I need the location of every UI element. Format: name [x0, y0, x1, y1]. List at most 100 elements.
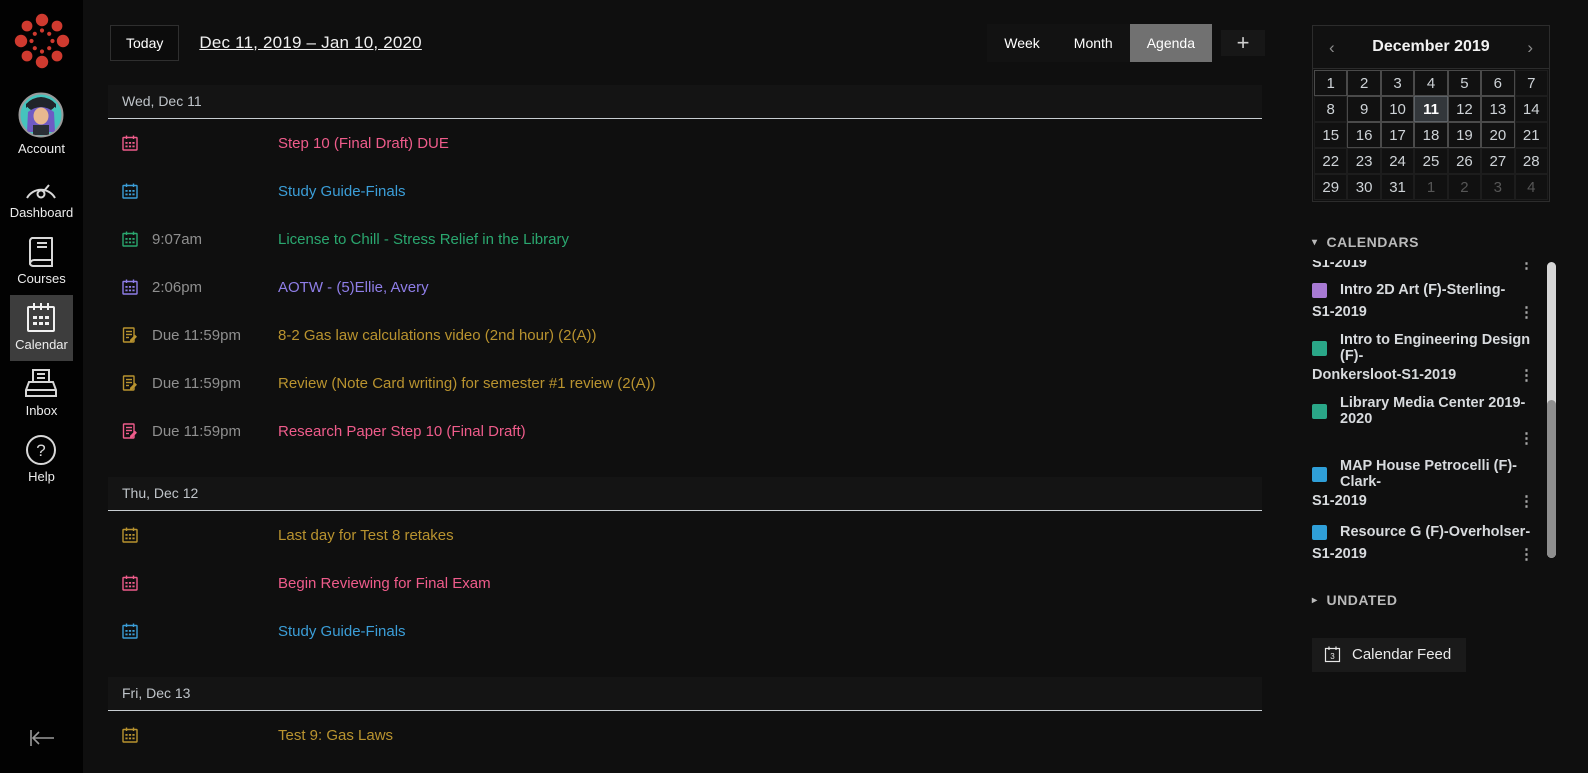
view-tab-agenda[interactable]: Agenda	[1129, 23, 1212, 62]
calendar-feed-label: Calendar Feed	[1352, 646, 1452, 663]
mini-calendar-day[interactable]: 23	[1347, 148, 1381, 174]
event-title-link[interactable]: Test 9: Gas Laws	[278, 727, 393, 744]
mini-calendar-day[interactable]: 29	[1314, 174, 1348, 200]
calendars-section-header[interactable]: ▾ CALENDARS	[1312, 234, 1588, 250]
mini-calendar-day[interactable]: 4	[1514, 174, 1548, 200]
mini-calendar-day[interactable]: 7	[1514, 70, 1548, 96]
mini-calendar-day[interactable]: 19	[1447, 122, 1482, 148]
mini-calendar-day[interactable]: 2	[1347, 70, 1381, 96]
event-title-link[interactable]: Review (Note Card writing) for semester …	[278, 375, 656, 392]
mini-calendar-day[interactable]: 5	[1447, 70, 1482, 96]
mini-calendar-day[interactable]: 17	[1380, 122, 1415, 148]
mini-calendar-day[interactable]: 8	[1314, 96, 1348, 122]
courses-icon	[29, 237, 54, 268]
today-button[interactable]: Today	[110, 24, 180, 61]
sidebar-item-label: Help	[28, 469, 55, 484]
agenda-event-row[interactable]: 2:06pm AOTW - (5)Ellie, Avery	[108, 263, 1262, 311]
calendar-color-swatch[interactable]	[1312, 466, 1327, 482]
agenda-event-row[interactable]: Due 11:59pm 8-2 Gas law calculations vide…	[108, 311, 1262, 359]
calendar-color-swatch[interactable]	[1312, 524, 1327, 540]
kebab-menu-icon[interactable]: ⋮	[1519, 305, 1534, 320]
event-title-link[interactable]: License to Chill - Stress Relief in the …	[278, 231, 569, 248]
sidebar-item-inbox[interactable]: Inbox	[10, 361, 74, 427]
mini-calendar-day[interactable]: 21	[1514, 122, 1548, 148]
sidebar-item-calendar[interactable]: Calendar	[9, 295, 74, 361]
agenda-event-row[interactable]: Begin Reviewing for Final Exam	[108, 559, 1262, 607]
event-title-link[interactable]: Last day for Test 8 retakes	[278, 527, 454, 544]
agenda-event-row[interactable]: Last day for Test 8 retakes	[108, 511, 1262, 559]
event-title-link[interactable]: Begin Reviewing for Final Exam	[278, 575, 491, 592]
agenda-event-row[interactable]: Due 11:59pm Review (Note Card writing) fo…	[108, 359, 1262, 407]
calendar-color-swatch[interactable]	[1312, 340, 1327, 356]
kebab-menu-icon[interactable]: ⋮	[1519, 547, 1534, 562]
event-title-link[interactable]: Step 10 (Final Draft) DUE	[278, 135, 449, 152]
event-title-link[interactable]: 8-2 Gas law calculations video (2nd hour…	[278, 327, 596, 344]
canvas-logo[interactable]	[13, 0, 71, 85]
mini-calendar: ‹ December 2019 › 1 2 3 4 5 6 7 8 9 10 11 12 13 14 15 1…	[1312, 25, 1550, 202]
undated-section-header[interactable]: ▸ UNDATED	[1312, 592, 1588, 608]
mini-calendar-day[interactable]: 9	[1347, 96, 1381, 122]
mini-calendar-day[interactable]: 24	[1380, 148, 1415, 174]
agenda-event-row[interactable]: 9:07am License to Chill - Stress Relief i…	[108, 215, 1262, 263]
prev-month-icon[interactable]: ‹	[1329, 39, 1335, 56]
undated-section-label: UNDATED	[1326, 592, 1398, 608]
agenda-event-row[interactable]: Test 9: Gas Laws	[108, 711, 1262, 759]
mini-calendar-day[interactable]: 1	[1414, 174, 1448, 200]
calendar-list-item[interactable]: Intro 2D Art (F)-Sterling- S1-2019 ⋮	[1312, 279, 1534, 323]
sidebar-item-dashboard[interactable]: Dashboard	[10, 165, 73, 229]
event-title-link[interactable]: Study Guide-Finals	[278, 623, 406, 640]
date-range-link[interactable]: Dec 11, 2019 – Jan 10, 2020	[199, 33, 421, 53]
calendar-color-swatch[interactable]	[1312, 282, 1327, 298]
mini-calendar-day[interactable]: 2	[1447, 174, 1482, 200]
mini-calendar-day[interactable]: 16	[1347, 122, 1381, 148]
mini-calendar-day[interactable]: 26	[1447, 148, 1482, 174]
next-month-icon[interactable]: ›	[1527, 39, 1533, 56]
view-tab-month[interactable]: Month	[1056, 23, 1130, 62]
mini-calendar-day[interactable]: 3	[1481, 174, 1515, 200]
collapse-nav-button[interactable]	[27, 726, 57, 773]
sidebar-item-help[interactable]: ? Help	[10, 427, 74, 493]
mini-calendar-day[interactable]: 1	[1314, 70, 1348, 96]
kebab-menu-icon[interactable]: ⋮	[1519, 260, 1534, 270]
sidebar-item-courses[interactable]: Courses	[10, 229, 74, 295]
calendar-list-item[interactable]: Library Media Center 2019-2020 ⋮	[1312, 395, 1534, 449]
mini-calendar-day[interactable]: 3	[1380, 70, 1415, 96]
mini-calendar-day[interactable]: 22	[1314, 148, 1348, 174]
view-tab-week[interactable]: Week	[987, 23, 1057, 62]
mini-calendar-day[interactable]: 15	[1314, 122, 1348, 148]
calendar-list-item[interactable]: Resource G (F)-Overholser- S1-2019 ⋮	[1312, 521, 1534, 562]
add-event-button[interactable]: +	[1221, 29, 1265, 56]
mini-calendar-day[interactable]: 12	[1447, 96, 1482, 122]
agenda-event-row[interactable]: Due 11:59pm Research Paper Step 10 (Final…	[108, 407, 1262, 455]
mini-calendar-day[interactable]: 31	[1380, 174, 1415, 200]
mini-calendar-day[interactable]: 25	[1414, 148, 1448, 174]
mini-calendar-day[interactable]: 10	[1380, 96, 1415, 122]
agenda-event-row[interactable]: Study Guide-Finals	[108, 167, 1262, 215]
mini-calendar-day[interactable]: 13	[1481, 96, 1515, 122]
event-title-link[interactable]: Research Paper Step 10 (Final Draft)	[278, 423, 526, 440]
kebab-menu-icon[interactable]: ⋮	[1519, 494, 1534, 509]
calendars-scrollbar-thumb[interactable]	[1547, 400, 1556, 558]
mini-calendar-day-selected[interactable]: 11	[1414, 96, 1448, 122]
calendar-list-item[interactable]: Intro to Engineering Design (F)- Donkersl…	[1312, 332, 1534, 386]
calendar-feed-button[interactable]: 3 Calendar Feed	[1312, 638, 1467, 672]
mini-calendar-day[interactable]: 30	[1347, 174, 1381, 200]
event-time: 2:06pm	[152, 278, 203, 296]
mini-calendar-day[interactable]: 4	[1414, 70, 1448, 96]
agenda-event-row[interactable]: Step 10 (Final Draft) DUE	[108, 119, 1262, 167]
calendar-event-icon	[122, 231, 138, 247]
mini-calendar-day[interactable]: 28	[1514, 148, 1548, 174]
kebab-menu-icon[interactable]: ⋮	[1519, 431, 1534, 446]
agenda-event-row[interactable]: Study Guide-Finals	[108, 607, 1262, 655]
calendar-list-item[interactable]: MAP House Petrocelli (F)-Clark- S1-2019 ⋮	[1312, 458, 1534, 512]
calendar-color-swatch[interactable]	[1312, 403, 1327, 419]
mini-calendar-day[interactable]: 18	[1414, 122, 1448, 148]
mini-calendar-day[interactable]: 14	[1514, 96, 1548, 122]
mini-calendar-day[interactable]: 6	[1481, 70, 1515, 96]
event-title-link[interactable]: Study Guide-Finals	[278, 183, 406, 200]
mini-calendar-day[interactable]: 20	[1481, 122, 1515, 148]
kebab-menu-icon[interactable]: ⋮	[1519, 368, 1534, 383]
mini-calendar-day[interactable]: 27	[1481, 148, 1515, 174]
event-title-link[interactable]: AOTW - (5)Ellie, Avery	[278, 279, 429, 296]
sidebar-item-account[interactable]: Account	[10, 85, 74, 165]
